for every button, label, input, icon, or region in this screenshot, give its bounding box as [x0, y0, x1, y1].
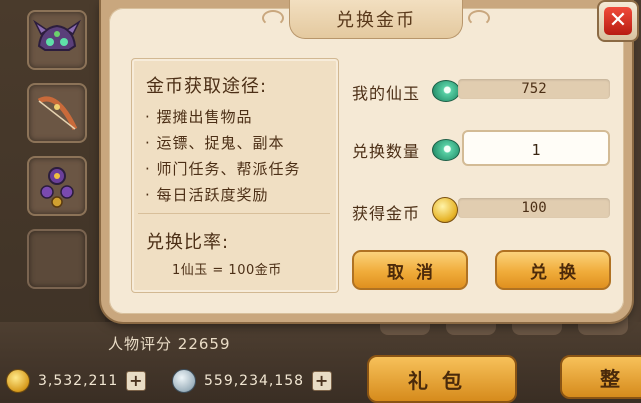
gold-value: 100: [458, 198, 610, 218]
exchange-button-label: 兑换: [530, 262, 588, 283]
ways-title: 金币获取途径:: [146, 76, 268, 97]
close-button[interactable]: ✕: [597, 0, 639, 42]
silver-currency: 559,234,158 +: [172, 368, 333, 394]
ratio-text: 1仙玉 = 100金币: [172, 263, 282, 278]
quantity-input[interactable]: 1: [462, 130, 610, 166]
jade-value: 752: [458, 79, 610, 99]
title-swirl-left-icon: [262, 10, 284, 26]
gift-button-label: 礼包: [408, 368, 476, 393]
add-silver-button[interactable]: +: [312, 371, 333, 391]
jade-icon: [432, 80, 460, 102]
character-score: 人物评分 22659: [108, 333, 231, 354]
add-gold-button[interactable]: +: [126, 371, 147, 391]
title-swirl-right-icon: [468, 10, 490, 26]
gold-coin-icon: [432, 197, 458, 223]
quantity-label: 兑换数量: [352, 142, 421, 161]
gold-amount: 3,532,211: [38, 373, 119, 389]
cancel-button-label: 取消: [387, 262, 445, 283]
dialog-title: 兑换金币: [336, 10, 416, 31]
cancel-button[interactable]: 取消: [352, 250, 468, 290]
score-label: 人物评分: [108, 335, 173, 353]
ways-list: 摆摊出售物品 运镖、捉鬼、副本 师门任务、帮派任务 每日活跃度奖励: [145, 106, 301, 210]
inventory-slot-bow[interactable]: [27, 83, 87, 143]
score-value: 22659: [177, 335, 231, 353]
close-icon: ✕: [604, 7, 632, 35]
inventory-slot-ornament[interactable]: [27, 156, 87, 216]
exchange-button[interactable]: 兑换: [495, 250, 611, 290]
gold-label: 获得金币: [352, 204, 421, 223]
dialog-title-plate: 兑换金币: [289, 0, 463, 39]
jade-icon: [432, 139, 460, 161]
inventory-slot-empty[interactable]: [27, 229, 87, 289]
list-item: 摆摊出售物品: [145, 106, 301, 132]
info-divider: [138, 213, 330, 214]
list-item: 运镖、捉鬼、副本: [145, 132, 301, 158]
list-item: 每日活跃度奖励: [145, 184, 301, 210]
gold-currency: 3,532,211 +: [6, 368, 147, 394]
silver-coin-icon: [172, 369, 196, 393]
ornament-icon: [40, 167, 74, 208]
list-item: 师门任务、帮派任务: [145, 158, 301, 184]
gold-coin-icon: [6, 369, 30, 393]
inventory-slot-helmet[interactable]: [27, 10, 87, 70]
silver-amount: 559,234,158: [204, 373, 305, 389]
gift-button[interactable]: 礼包: [367, 355, 517, 403]
jade-label: 我的仙玉: [352, 84, 421, 103]
ratio-title: 兑换比率:: [146, 232, 230, 253]
helmet-icon: [33, 19, 81, 51]
bow-icon: [37, 96, 78, 131]
sort-button-label: 整: [600, 366, 634, 391]
sort-button[interactable]: 整: [560, 355, 641, 399]
